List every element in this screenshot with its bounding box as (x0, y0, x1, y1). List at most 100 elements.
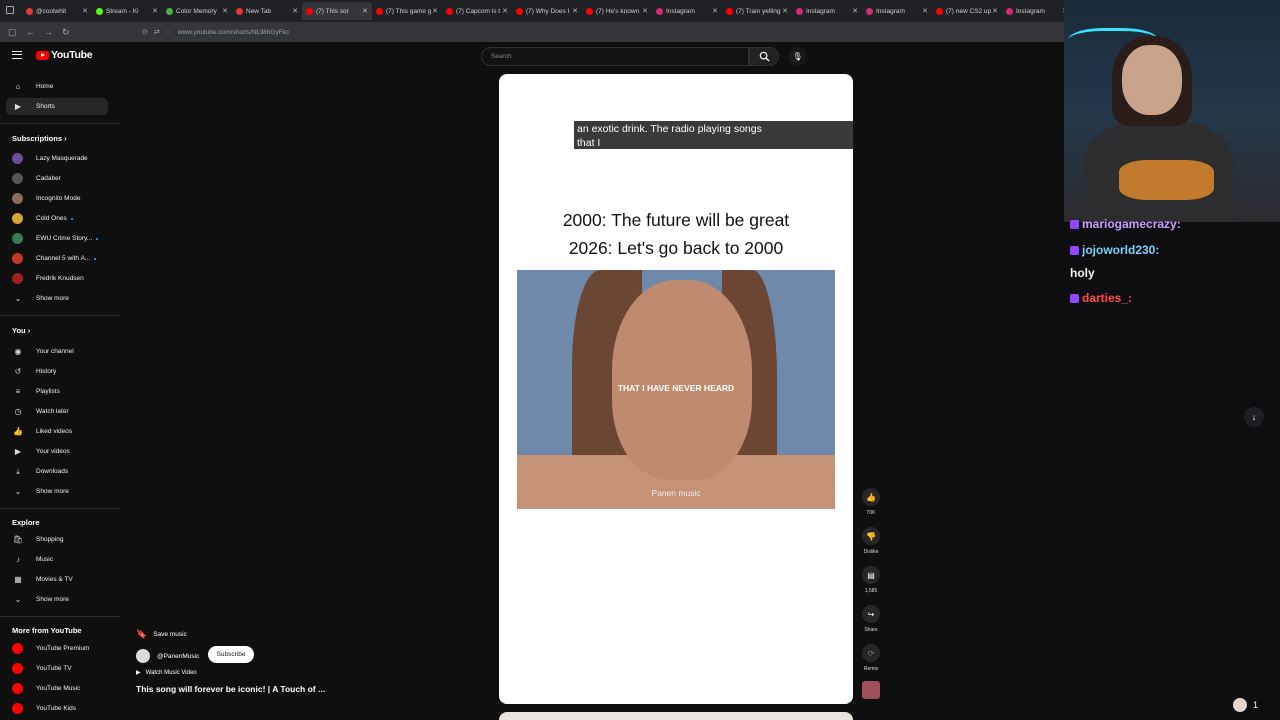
comments-button[interactable]: ▤ 1,585 (862, 566, 880, 594)
sidebar-item[interactable]: ⤓ Downloads (6, 463, 108, 480)
thumbs-up-icon: 👍 (13, 427, 23, 436)
sidebar-item[interactable]: ◉ Your channel (6, 343, 108, 360)
browser-tab[interactable]: @coolwhit ✕ (22, 2, 92, 20)
youtube-logo-text: YouTube (51, 49, 93, 61)
voice-search-button[interactable]: 🎙 (788, 47, 807, 66)
sidebar-item[interactable]: Lazy Masquerade (6, 150, 108, 167)
browser-tab[interactable]: (7) Capcom is t ✕ (442, 2, 512, 20)
tab-favicon-icon (796, 7, 803, 15)
remix-label: Remix (863, 666, 879, 672)
sidebar-item[interactable]: EWU Crime Story... (6, 230, 108, 247)
browser-tab[interactable]: New Tab ✕ (232, 2, 302, 20)
tab-close-icon[interactable]: ✕ (852, 7, 858, 15)
video-frame[interactable]: THAT I HAVE NEVER HEARD Panen music (517, 270, 835, 509)
chat-username[interactable]: mariogamecrazy: (1082, 217, 1181, 231)
tab-close-icon[interactable]: ✕ (712, 7, 718, 15)
sidebar-section-heading[interactable]: Explore (12, 518, 40, 527)
tab-close-icon[interactable]: ✕ (502, 7, 508, 15)
sidebar-item[interactable]: YouTube Kids (6, 700, 108, 717)
sidebar-item[interactable]: YouTube Music (6, 680, 108, 697)
tab-close-icon[interactable]: ✕ (222, 7, 228, 15)
save-music-button[interactable]: 🔖 Save music (136, 629, 187, 640)
tab-title: (7) Train yelling (736, 7, 781, 15)
sidebar-item[interactable]: ▦ Movies & TV (6, 571, 108, 588)
share-button[interactable]: ↪ Share (862, 605, 880, 633)
chat-message: holy (1070, 266, 1095, 280)
browser-tab[interactable]: (7) Train yelling ✕ (722, 2, 792, 20)
sidebar-item[interactable]: Cadaber (6, 170, 108, 187)
sidebar-toggle-icon[interactable]: ▢ (8, 27, 18, 38)
browser-tab[interactable]: Stream - Ki ✕ (92, 2, 162, 20)
user-icon: ◉ (14, 347, 22, 356)
tab-close-icon[interactable]: ✕ (992, 7, 998, 15)
site-settings-icon[interactable]: ⇄ (154, 28, 160, 36)
sidebar-item[interactable]: ⌄ Show more (6, 290, 108, 307)
tab-close-icon[interactable]: ✕ (362, 7, 368, 15)
sidebar-item[interactable]: ▶ Shorts (6, 98, 108, 115)
search-input[interactable]: Search (481, 47, 749, 66)
search-button[interactable] (749, 47, 779, 66)
youtube-logo[interactable]: YouTube (12, 49, 93, 61)
sidebar-item[interactable]: ⌂ Home (6, 78, 108, 95)
tab-close-icon[interactable]: ✕ (922, 7, 928, 15)
tab-title: Stream - Ki (106, 7, 139, 15)
tab-close-icon[interactable]: ✕ (152, 7, 158, 15)
sidebar-item[interactable]: YouTube TV (6, 660, 108, 677)
browser-tab[interactable]: Instagram✕ (1002, 2, 1072, 20)
browser-tab[interactable]: (7) This sor ✕ (302, 2, 372, 20)
browser-tab[interactable]: (7) This game g ✕ (372, 2, 442, 20)
url-field[interactable]: www.youtube.com/shorts/NLli8hGyFkc (178, 29, 289, 36)
chat-username[interactable]: darties_: (1082, 291, 1132, 305)
short-title[interactable]: This song will forever be iconic! | A To… (136, 684, 325, 694)
tab-close-icon[interactable]: ✕ (432, 7, 438, 15)
scroll-down-button[interactable]: ↓ (1244, 407, 1264, 427)
tab-close-icon[interactable]: ✕ (642, 7, 648, 15)
subscribe-button[interactable]: Subscribe (208, 646, 254, 663)
chat-username[interactable]: jojoworld230: (1082, 243, 1159, 257)
sidebar-section-heading[interactable]: Subscriptions › (12, 134, 67, 143)
forward-icon[interactable]: → (44, 27, 54, 37)
sidebar-item[interactable]: ⌄ Show more (6, 483, 108, 500)
sound-thumbnail[interactable] (862, 681, 880, 699)
tab-close-icon[interactable]: ✕ (572, 7, 578, 15)
tracking-icon[interactable]: ◌ (166, 29, 170, 36)
browser-tab[interactable]: (7) Why Does I ✕ (512, 2, 582, 20)
sidebar-item[interactable]: ⌄ Show more (6, 591, 108, 608)
channel-link[interactable]: @PanenMusic (136, 649, 199, 663)
sidebar-item[interactable]: Incognito Mode (6, 190, 108, 207)
tab-close-icon[interactable]: ✕ (292, 7, 298, 15)
sidebar-item[interactable]: ▶ Your videos (6, 443, 108, 460)
sidebar-section-heading[interactable]: More from YouTube (12, 626, 82, 635)
browser-tab[interactable]: (7) new CS2 up ✕ (932, 2, 1002, 20)
secure-icon[interactable]: ⊙ (142, 28, 148, 36)
back-icon[interactable]: ← (26, 27, 36, 37)
sidebar-item[interactable]: ↺ History (6, 363, 108, 380)
sidebar-item-label: Watch later (36, 408, 69, 415)
like-button[interactable]: 👍 70K (862, 488, 880, 516)
browser-tab[interactable]: (7) He's known ✕ (582, 2, 652, 20)
webcam-figure-face (1122, 45, 1182, 115)
sidebar-item[interactable]: Channel 5 with A... (6, 250, 108, 267)
sidebar-item[interactable]: YouTube Premium (6, 640, 108, 657)
browser-tab[interactable]: Instagram✕ (862, 2, 932, 20)
sidebar-item[interactable]: ≡ Playlists (6, 383, 108, 400)
sidebar-section-heading[interactable]: You › (12, 326, 30, 335)
dislike-button[interactable]: 👎 Dislike (862, 527, 880, 555)
watch-music-video-link[interactable]: ▶ Watch Music Video (136, 669, 197, 677)
tab-close-icon[interactable]: ✕ (782, 7, 788, 15)
menu-icon[interactable] (12, 51, 22, 59)
sidebar-item[interactable]: Cold Ones (6, 210, 108, 227)
next-short-preview[interactable] (499, 712, 853, 720)
sidebar-item[interactable]: ◷ Watch later (6, 403, 108, 420)
sidebar-item[interactable]: 👍 Liked videos (6, 423, 108, 440)
tab-menu-icon[interactable] (6, 6, 14, 14)
reload-icon[interactable]: ↻ (62, 27, 72, 38)
sidebar-item[interactable]: 🛍 Shopping (6, 531, 108, 548)
browser-tab[interactable]: Color Memory ✕ (162, 2, 232, 20)
remix-button[interactable]: ⟳ Remix (862, 644, 880, 672)
sidebar-item[interactable]: Fredrik Knudsen (6, 270, 108, 287)
tab-close-icon[interactable]: ✕ (82, 7, 88, 15)
browser-tab[interactable]: Instagram✕ (792, 2, 862, 20)
sidebar-item[interactable]: ♪ Music (6, 551, 108, 568)
browser-tab[interactable]: Instagram✕ (652, 2, 722, 20)
